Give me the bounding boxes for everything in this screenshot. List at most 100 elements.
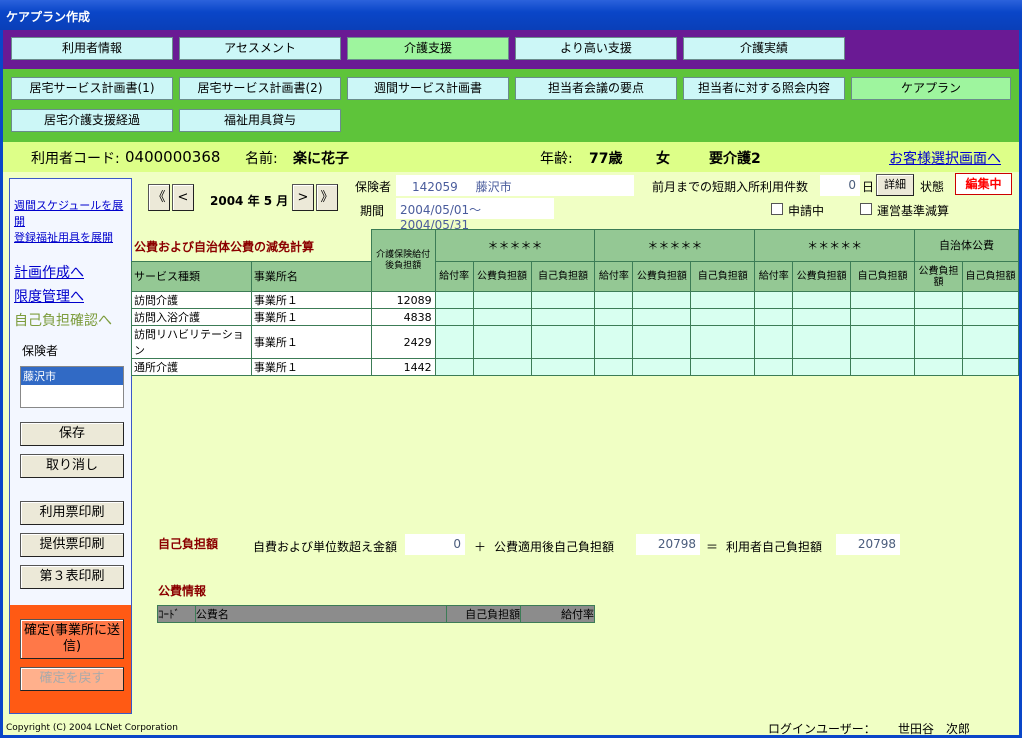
editable-cell[interactable] (434, 291, 474, 309)
editable-cell[interactable] (754, 308, 794, 326)
unconfirm-button[interactable]: 確定を戻す (20, 667, 124, 691)
detail-button[interactable]: 詳細 (876, 174, 914, 196)
sub-tab-welfare-rental[interactable]: 福祉用具貸与 (179, 109, 341, 132)
plan-create-link[interactable]: 計画作成へ (14, 262, 84, 282)
main-tab-user-info[interactable]: 利用者情報 (11, 37, 173, 60)
customer-select-link[interactable]: お客様選択画面へ (889, 148, 1001, 168)
editable-cell[interactable] (850, 291, 916, 309)
editable-cell[interactable] (632, 358, 692, 376)
table-body: 訪問介護 事業所１ 12089 訪問入浴介護 事業所１ 4838 訪問リハビリテーション 事業… (131, 291, 1020, 376)
editable-cell[interactable] (961, 291, 1020, 309)
main-tab-care-support[interactable]: 介護支援 (347, 37, 509, 60)
editable-cell[interactable] (530, 291, 596, 309)
main-tab-higher-support[interactable]: より高い支援 (515, 37, 677, 60)
editable-cell[interactable] (850, 358, 916, 376)
applying-checkbox[interactable] (771, 203, 783, 215)
insurer-listbox[interactable]: 藤沢市 (20, 366, 124, 408)
editable-cell[interactable] (530, 308, 596, 326)
editable-cell[interactable] (632, 325, 692, 359)
editable-cell[interactable] (754, 325, 794, 359)
editable-cell[interactable] (754, 291, 794, 309)
editable-cell[interactable] (594, 308, 634, 326)
table-row[interactable]: 通所介護 事業所１ 1442 (131, 358, 1020, 376)
sub-tab-care-plan[interactable]: ケアプラン (851, 77, 1011, 100)
confirm-panel: 確定(事業所に送信) 確定を戻す (10, 605, 131, 713)
editable-cell[interactable] (530, 358, 596, 376)
editable-cell[interactable] (792, 291, 852, 309)
sub-tab-support-history[interactable]: 居宅介護支援経過 (11, 109, 173, 132)
editable-cell[interactable] (690, 308, 756, 326)
copyright: Copyright (C) 2004 LCNet Corporation (6, 723, 178, 733)
editable-cell[interactable] (690, 291, 756, 309)
editable-cell[interactable] (914, 291, 963, 309)
editable-cell[interactable] (792, 325, 852, 359)
after-public-value[interactable]: 20798 (636, 534, 700, 555)
editable-cell[interactable] (690, 358, 756, 376)
editable-cell[interactable] (914, 308, 963, 326)
user-self-value[interactable]: 20798 (836, 534, 900, 555)
print-table3-button[interactable]: 第３表印刷 (20, 565, 124, 589)
table-row[interactable]: 訪問リハビリテーション 事業所１ 2429 (131, 325, 1020, 359)
main-tab-care-record[interactable]: 介護実績 (683, 37, 845, 60)
editable-cell[interactable] (961, 308, 1020, 326)
editable-cell[interactable] (914, 325, 963, 359)
sub-tab-plan-2[interactable]: 居宅サービス計画書(2) (179, 77, 341, 100)
print-provide-button[interactable]: 提供票印刷 (20, 533, 124, 557)
editable-cell[interactable] (434, 358, 474, 376)
editable-cell[interactable] (472, 291, 532, 309)
service-type-cell: 訪問リハビリテーション (131, 325, 252, 359)
editable-cell[interactable] (961, 325, 1020, 359)
main-nav: 利用者情報 アセスメント 介護支援 より高い支援 介護実績 (3, 30, 1019, 69)
last-month-button[interactable]: 》 (316, 184, 338, 211)
reduction-checkbox[interactable] (860, 203, 872, 215)
excess-value[interactable]: 0 (405, 534, 465, 555)
public-header-3: 公費負担額 (792, 261, 852, 292)
editable-cell[interactable] (850, 308, 916, 326)
editable-cell[interactable] (594, 325, 634, 359)
first-month-button[interactable]: 《 (148, 184, 170, 211)
editable-cell[interactable] (472, 358, 532, 376)
save-button[interactable]: 保存 (20, 422, 124, 446)
confirm-send-button[interactable]: 確定(事業所に送信) (20, 619, 124, 659)
office-name-cell: 事業所１ (250, 325, 372, 359)
editable-cell[interactable] (594, 358, 634, 376)
sub-tab-plan-1[interactable]: 居宅サービス計画書(1) (11, 77, 173, 100)
editable-cell[interactable] (632, 291, 692, 309)
equals-sign: ＝ (706, 540, 719, 554)
limit-management-link[interactable]: 限度管理へ (14, 286, 84, 306)
group-header-2: ＊＊＊＊＊ (594, 229, 756, 262)
editable-cell[interactable] (472, 308, 532, 326)
editable-cell[interactable] (632, 308, 692, 326)
short-stay-value[interactable]: 0 (820, 175, 860, 196)
editable-cell[interactable] (434, 308, 474, 326)
editable-cell[interactable] (914, 358, 963, 376)
sub-tab-inquiry[interactable]: 担当者に対する照会内容 (683, 77, 845, 100)
insurer-name: 藤沢市 (475, 180, 512, 194)
table-row[interactable]: 訪問入浴介護 事業所１ 4838 (131, 308, 1020, 326)
rate-header-3: 給付率 (754, 261, 794, 292)
prev-month-button[interactable]: < (172, 184, 194, 211)
sub-tab-meeting-points[interactable]: 担当者会議の要点 (515, 77, 677, 100)
main-tab-assessment[interactable]: アセスメント (179, 37, 341, 60)
editable-cell[interactable] (754, 358, 794, 376)
editable-cell[interactable] (594, 291, 634, 309)
editable-cell[interactable] (961, 358, 1020, 376)
table-row[interactable]: 訪問介護 事業所１ 12089 (131, 291, 1020, 309)
editable-cell[interactable] (472, 325, 532, 359)
welfare-equipment-link[interactable]: 登録福祉用具を展開 (14, 229, 113, 245)
print-usage-button[interactable]: 利用票印刷 (20, 501, 124, 525)
editable-cell[interactable] (434, 325, 474, 359)
editable-cell[interactable] (792, 358, 852, 376)
editable-cell[interactable] (792, 308, 852, 326)
editable-cell[interactable] (850, 325, 916, 359)
insurer-list-item[interactable]: 藤沢市 (21, 367, 123, 385)
editable-cell[interactable] (530, 325, 596, 359)
weekly-schedule-link[interactable]: 週間スケジュールを展開 (14, 197, 131, 229)
cancel-button[interactable]: 取り消し (20, 454, 124, 478)
sub-tab-weekly-plan[interactable]: 週間サービス計画書 (347, 77, 509, 100)
next-month-button[interactable]: > (292, 184, 314, 211)
office-name-header: 事業所名 (250, 261, 372, 292)
editable-cell[interactable] (690, 325, 756, 359)
login-user-label: ログインユーザー： (768, 722, 876, 736)
public-rate-header: 給付率 (520, 605, 595, 623)
